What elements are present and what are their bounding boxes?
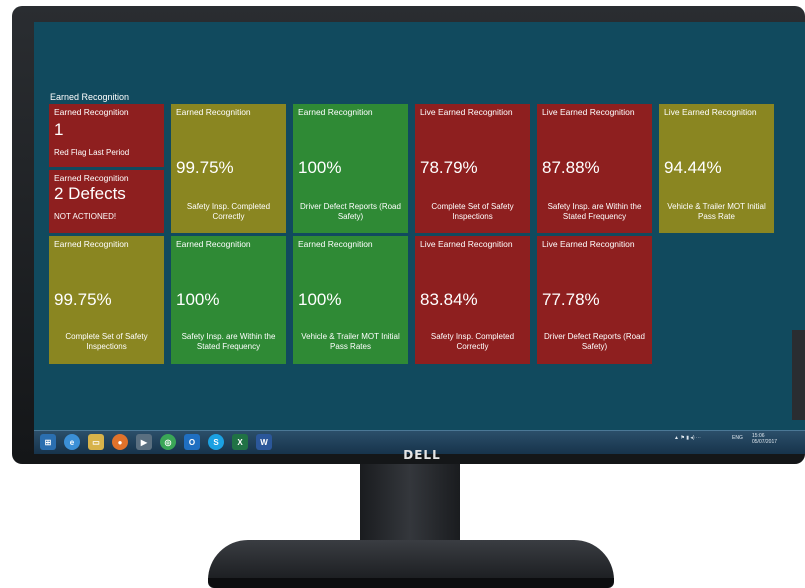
tile-caption: Safety Insp. are Within the Stated Frequ… [547, 202, 642, 221]
tile-caption: Safety Insp. are Within the Stated Frequ… [181, 332, 276, 351]
tile-caption: Vehicle & Trailer MOT Initial Pass Rates [301, 332, 400, 351]
tile-header: Earned Recognition [176, 239, 251, 249]
tile-complete-set[interactable]: Earned Recognition 99.75% Complete Set o… [49, 236, 164, 364]
tile-live-complete-set[interactable]: Live Earned Recognition 78.79% Complete … [415, 104, 530, 233]
brand-logo: DELL [403, 448, 441, 462]
monitor-base-lip [208, 578, 614, 588]
tile-header: Live Earned Recognition [420, 107, 513, 117]
word-icon[interactable]: W [256, 434, 272, 450]
media-icon[interactable]: ▶ [136, 434, 152, 450]
outlook-icon[interactable]: O [184, 434, 200, 450]
screen: Earned Recognition Earned Recognition 1 … [34, 22, 805, 454]
tile-frequency[interactable]: Earned Recognition 100% Safety Insp. are… [171, 236, 286, 364]
tile-header: Live Earned Recognition [420, 239, 513, 249]
tile-mot[interactable]: Earned Recognition 100% Vehicle & Traile… [293, 236, 408, 364]
tile-caption: Red Flag Last Period [54, 148, 130, 157]
tile-caption: NOT ACTIONED! [54, 212, 117, 221]
tile-caption: Driver Defect Reports (Road Safety) [544, 332, 645, 351]
tile-value: 99.75% [54, 290, 112, 309]
tile-live-completed-correctly[interactable]: Live Earned Recognition 83.84% Safety In… [415, 236, 530, 364]
tile-caption: Complete Set of Safety Inspections [65, 332, 148, 351]
tile-driver-defect[interactable]: Earned Recognition 100% Driver Defect Re… [293, 104, 408, 233]
tile-value: 87.88% [542, 158, 600, 177]
firefox-icon[interactable]: ● [112, 434, 128, 450]
tray-icons[interactable]: ▲ ⚑ ▮ ◂) ⋯ [674, 435, 701, 441]
tile-value: 100% [176, 290, 220, 309]
tile-live-driver-defect[interactable]: Live Earned Recognition 77.78% Driver De… [537, 236, 652, 364]
tile-caption: Complete Set of Safety Inspections [431, 202, 514, 221]
tile-value: 2 Defects [54, 184, 126, 203]
tile-header: Earned Recognition [54, 107, 129, 117]
tile-header: Earned Recognition [298, 239, 373, 249]
tile-header: Live Earned Recognition [542, 107, 635, 117]
tile-header: Earned Recognition [54, 239, 129, 249]
tile-value: 83.84% [420, 290, 478, 309]
tile-header: Live Earned Recognition [542, 239, 635, 249]
chrome-icon[interactable]: ◎ [160, 434, 176, 450]
dashboard-title: Earned Recognition [50, 92, 130, 102]
tile-value: 94.44% [664, 158, 722, 177]
start-icon[interactable]: ⊞ [40, 434, 56, 450]
tile-live-mot[interactable]: Live Earned Recognition 94.44% Vehicle &… [659, 104, 774, 233]
tile-caption: Safety Insp. Completed Correctly [430, 332, 515, 351]
excel-icon[interactable]: X [232, 434, 248, 450]
tile-value: 99.75% [176, 158, 234, 177]
skype-icon[interactable]: S [208, 434, 224, 450]
monitor-bezel: Earned Recognition Earned Recognition 1 … [12, 6, 805, 464]
tile-value: 100% [298, 290, 342, 309]
tile-header: Earned Recognition [298, 107, 373, 117]
tile-defects[interactable]: Earned Recognition 2 Defects NOT ACTIONE… [49, 170, 164, 233]
explorer-icon[interactable]: ▭ [88, 434, 104, 450]
tile-header: Live Earned Recognition [664, 107, 757, 117]
tile-value: 100% [298, 158, 342, 177]
tile-value: 1 [54, 120, 64, 139]
tile-safety-insp-completed[interactable]: Earned Recognition 99.75% Safety Insp. C… [171, 104, 286, 233]
tile-live-frequency[interactable]: Live Earned Recognition 87.88% Safety In… [537, 104, 652, 233]
tray-clock[interactable]: 15:06 05/07/2017 [752, 433, 777, 445]
tile-caption: Driver Defect Reports (Road Safety) [300, 202, 401, 221]
monitor-neck [360, 464, 460, 548]
tile-caption: Vehicle & Trailer MOT Initial Pass Rate [667, 202, 766, 221]
tray-language[interactable]: ENG [732, 435, 743, 441]
ie-icon[interactable]: e [64, 434, 80, 450]
tile-value: 78.79% [420, 158, 478, 177]
tile-value: 77.78% [542, 290, 600, 309]
tile-red-flag[interactable]: Earned Recognition 1 Red Flag Last Perio… [49, 104, 164, 167]
tray-date: 05/07/2017 [752, 439, 778, 445]
tile-header: Earned Recognition [176, 107, 251, 117]
tile-caption: Safety Insp. Completed Correctly [186, 202, 271, 221]
monitor-side [792, 330, 805, 420]
tile-header: Earned Recognition [54, 173, 129, 183]
